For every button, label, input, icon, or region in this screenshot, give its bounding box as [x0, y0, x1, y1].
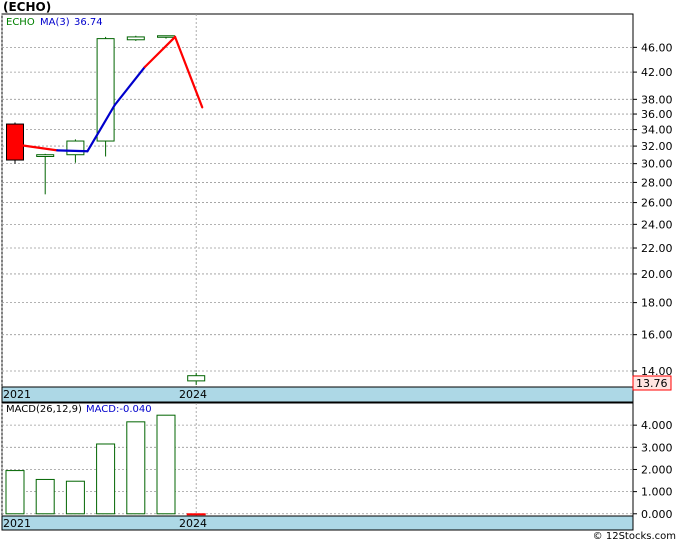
macd-bar [156, 414, 176, 515]
price-chart: 14.0016.0018.0020.0022.0024.0026.0028.00… [1, 13, 673, 531]
price-tick-label: 18.00 [641, 297, 673, 310]
footer-credit: © 12Stocks.com [592, 531, 676, 542]
price-tick-label: 42.00 [641, 66, 673, 79]
macd-bar [35, 478, 55, 515]
macd-tick-label: 4.000 [641, 419, 673, 432]
last-price-label: 13.76 [636, 377, 668, 390]
macd-tick-label: 0.000 [641, 508, 673, 521]
legend-ma-value: 36.74 [74, 17, 103, 28]
price-time-bar [1, 386, 634, 403]
macd-x-label: 2024 [179, 517, 207, 530]
candle-body [126, 36, 145, 41]
price-tick-label: 30.00 [641, 158, 673, 171]
macd-tick-label: 3.000 [641, 441, 673, 454]
macd-legend-label: MACD(26,12,9) [6, 404, 82, 415]
macd-bar [96, 443, 116, 515]
macd-bar [65, 480, 85, 515]
macd-bar [126, 421, 146, 515]
price-tick-label: 26.00 [641, 197, 673, 210]
ma-line-segment [56, 149, 89, 153]
price-tick-label: 34.00 [641, 124, 673, 137]
price-tick-label: 28.00 [641, 176, 673, 189]
candle-body [96, 38, 115, 142]
price-tick-label: 32.00 [641, 140, 673, 153]
price-tick-label: 24.00 [641, 218, 673, 231]
macd-tick-label: 1.000 [641, 486, 673, 499]
price-x-label: 2024 [179, 388, 207, 401]
macd-x-label: 2021 [3, 517, 31, 530]
candle-body [66, 140, 85, 156]
price-x-label: 2021 [3, 388, 31, 401]
macd-bar [186, 513, 206, 516]
price-tick-label: 46.00 [641, 41, 673, 54]
price-tick-label: 38.00 [641, 93, 673, 106]
price-tick-label: 16.00 [641, 329, 673, 342]
macd-bar [5, 470, 25, 515]
macd-legend-value: MACD:-0.040 [86, 404, 152, 415]
candle-body [157, 35, 175, 38]
legend-ma-label: MA(3) [40, 17, 70, 28]
candle-body [187, 375, 206, 382]
candle-body [36, 154, 55, 157]
macd-tick-label: 2.000 [641, 463, 673, 476]
candle-body [6, 123, 24, 161]
legend-ticker: ECHO [6, 17, 35, 28]
price-tick-label: 20.00 [641, 268, 673, 281]
price-tick-label: 22.00 [641, 242, 673, 255]
macd-time-bar [1, 515, 634, 531]
price-tick-label: 36.00 [641, 108, 673, 121]
